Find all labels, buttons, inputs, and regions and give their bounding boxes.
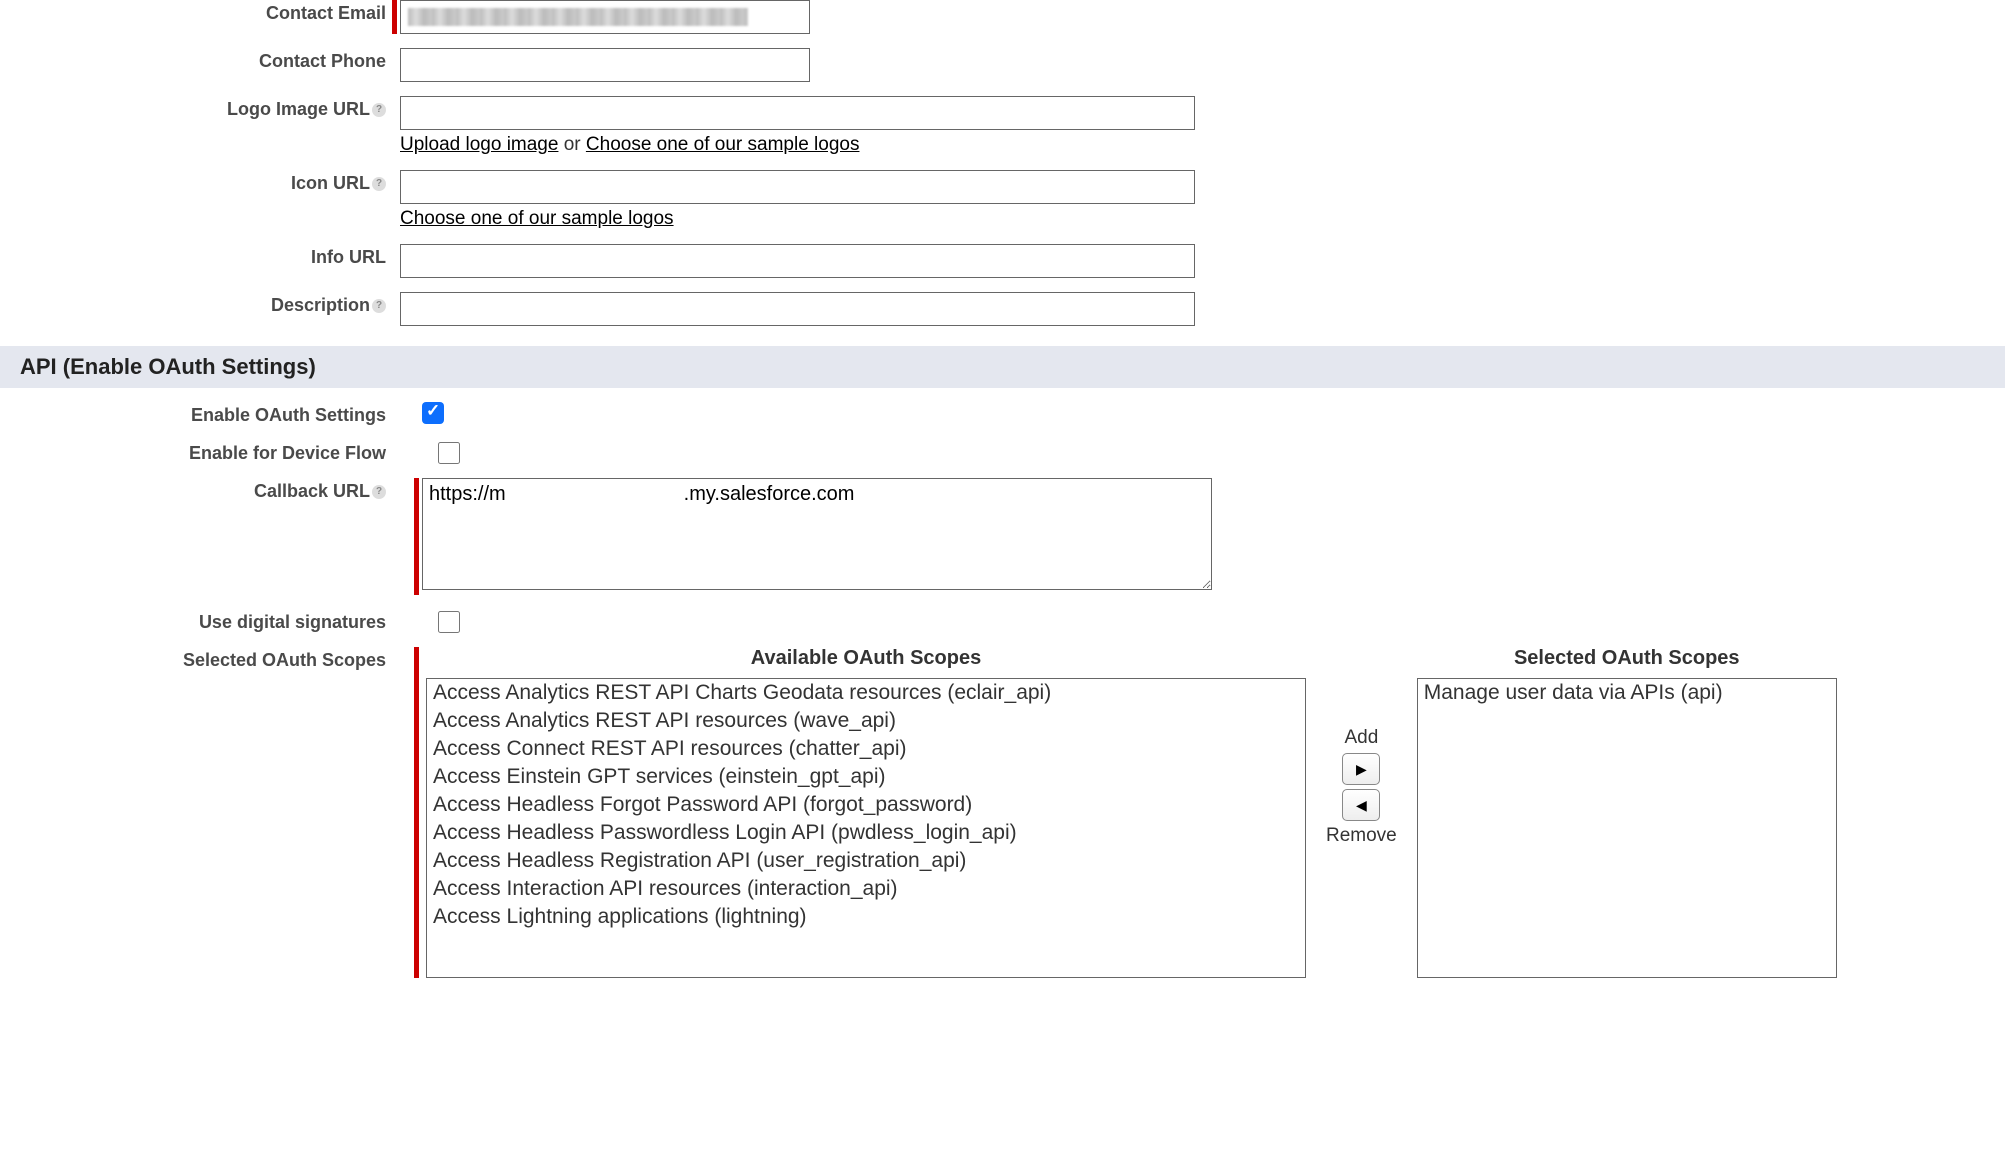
contact-email-label: Contact Email [0,0,400,24]
add-scope-button[interactable]: ▶ [1342,753,1380,785]
selected-scopes-header: Selected OAuth Scopes [1514,647,1740,670]
scope-option[interactable]: Access Headless Passwordless Login API (… [427,819,1305,847]
add-label: Add [1344,727,1378,749]
scope-option[interactable]: Access Lightning applications (lightning… [427,903,1305,931]
icon-sample-link[interactable]: Choose one of our sample logos [400,208,674,229]
api-section-header: API (Enable OAuth Settings) [0,346,2005,388]
help-icon[interactable]: ? [372,299,386,313]
info-url-input[interactable] [400,244,1195,278]
available-scopes-list[interactable]: Access Analytics REST API Charts Geodata… [426,678,1306,978]
logo-url-label: Logo Image URL? [0,96,400,120]
scope-option[interactable]: Access Interaction API resources (intera… [427,875,1305,903]
digital-signatures-label: Use digital signatures [0,609,400,633]
info-url-label: Info URL [0,244,400,268]
sample-logos-link[interactable]: Choose one of our sample logos [586,134,860,155]
scope-option[interactable]: Access Einstein GPT services (einstein_g… [427,763,1305,791]
remove-scope-button[interactable]: ◀ [1342,789,1380,821]
scope-option[interactable]: Access Analytics REST API resources (wav… [427,707,1305,735]
scope-option[interactable]: Manage user data via APIs (api) [1418,679,1836,707]
description-input[interactable] [400,292,1195,326]
selected-scopes-list[interactable]: Manage user data via APIs (api) [1417,678,1837,978]
selected-scopes-label: Selected OAuth Scopes [0,647,400,671]
contact-phone-label: Contact Phone [0,48,400,72]
icon-url-label: Icon URL? [0,170,400,194]
callback-url-input[interactable] [422,478,1212,590]
logo-url-links: Upload logo image or Choose one of our s… [400,134,859,156]
help-icon[interactable]: ? [372,103,386,117]
upload-logo-link[interactable]: Upload logo image [400,134,558,155]
scope-option[interactable]: Access Headless Registration API (user_r… [427,847,1305,875]
enable-oauth-label: Enable OAuth Settings [0,402,400,426]
logo-url-input[interactable] [400,96,1195,130]
available-scopes-header: Available OAuth Scopes [751,647,981,670]
contact-phone-input[interactable] [400,48,810,82]
icon-url-input[interactable] [400,170,1195,204]
help-icon[interactable]: ? [372,177,386,191]
help-icon[interactable]: ? [372,485,386,499]
enable-device-flow-checkbox[interactable] [438,442,460,464]
scope-option[interactable]: Access Connect REST API resources (chatt… [427,735,1305,763]
callback-url-label: Callback URL? [0,478,400,502]
remove-label: Remove [1326,825,1397,847]
scope-option[interactable]: Access Headless Forgot Password API (for… [427,791,1305,819]
scope-option[interactable]: Access Analytics REST API Charts Geodata… [427,679,1305,707]
enable-oauth-checkbox[interactable] [422,402,444,424]
enable-device-flow-label: Enable for Device Flow [0,440,400,464]
digital-signatures-checkbox[interactable] [438,611,460,633]
icon-url-links: Choose one of our sample logos [400,208,674,230]
description-label: Description? [0,292,400,316]
